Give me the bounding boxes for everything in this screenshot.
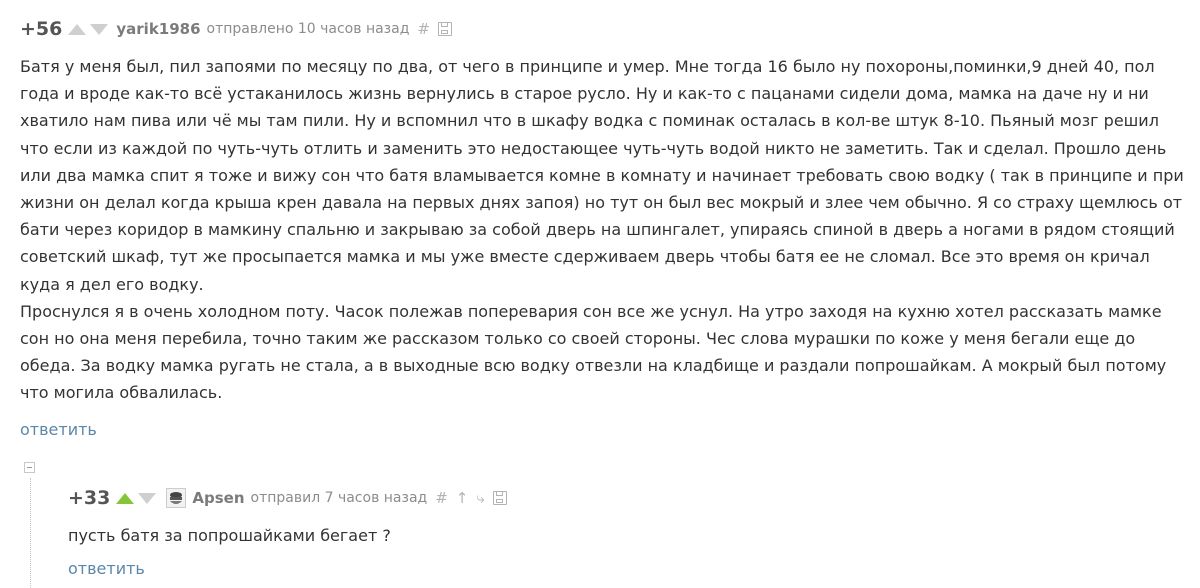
comment-author[interactable]: yarik1986: [116, 20, 200, 38]
branch-icon[interactable]: ⤷: [476, 489, 484, 507]
comment-body: пусть батя за попрошайками бегает ?: [68, 526, 391, 545]
comment-rating: +33: [68, 487, 111, 509]
comment-paragraph: Батя у меня был, пил запоями по месяцу п…: [20, 57, 1184, 294]
save-icon: [437, 22, 452, 36]
comment-paragraph: Проснулся я в очень холодном поту. Часок…: [20, 301, 1167, 403]
arrow-up-icon[interactable]: ↑: [456, 489, 469, 507]
collapse-thread-button[interactable]: [24, 462, 35, 473]
save-button[interactable]: [437, 22, 452, 36]
comment-rating: +56: [20, 18, 63, 40]
upvote-button[interactable]: [116, 492, 135, 504]
downvote-button[interactable]: [138, 492, 157, 504]
comment-header: +56 yarik1986 отправлено 10 часов назад …: [20, 18, 452, 40]
reply-comment-header: +33 Apsen отправил 7 часов назад # ↑ ⤷: [68, 487, 507, 509]
thread-line: [30, 478, 31, 588]
avatar: [166, 488, 187, 508]
vote-controls: [68, 23, 109, 35]
comment-body: Батя у меня был, пил запоями по месяцу п…: [20, 53, 1185, 407]
reply-link[interactable]: ответить: [20, 420, 97, 439]
hash-icon[interactable]: #: [417, 20, 430, 38]
comment-author[interactable]: Apsen: [192, 489, 244, 507]
downvote-button[interactable]: [90, 23, 109, 35]
reply-link[interactable]: ответить: [68, 559, 145, 578]
save-icon: [492, 491, 507, 505]
comment-timestamp: отправил 7 часов назад: [250, 490, 428, 506]
hash-icon[interactable]: #: [435, 489, 448, 507]
vote-controls: [116, 492, 157, 504]
save-button[interactable]: [492, 491, 507, 505]
comment-timestamp: отправлено 10 часов назад: [206, 21, 410, 37]
upvote-button[interactable]: [68, 23, 87, 35]
